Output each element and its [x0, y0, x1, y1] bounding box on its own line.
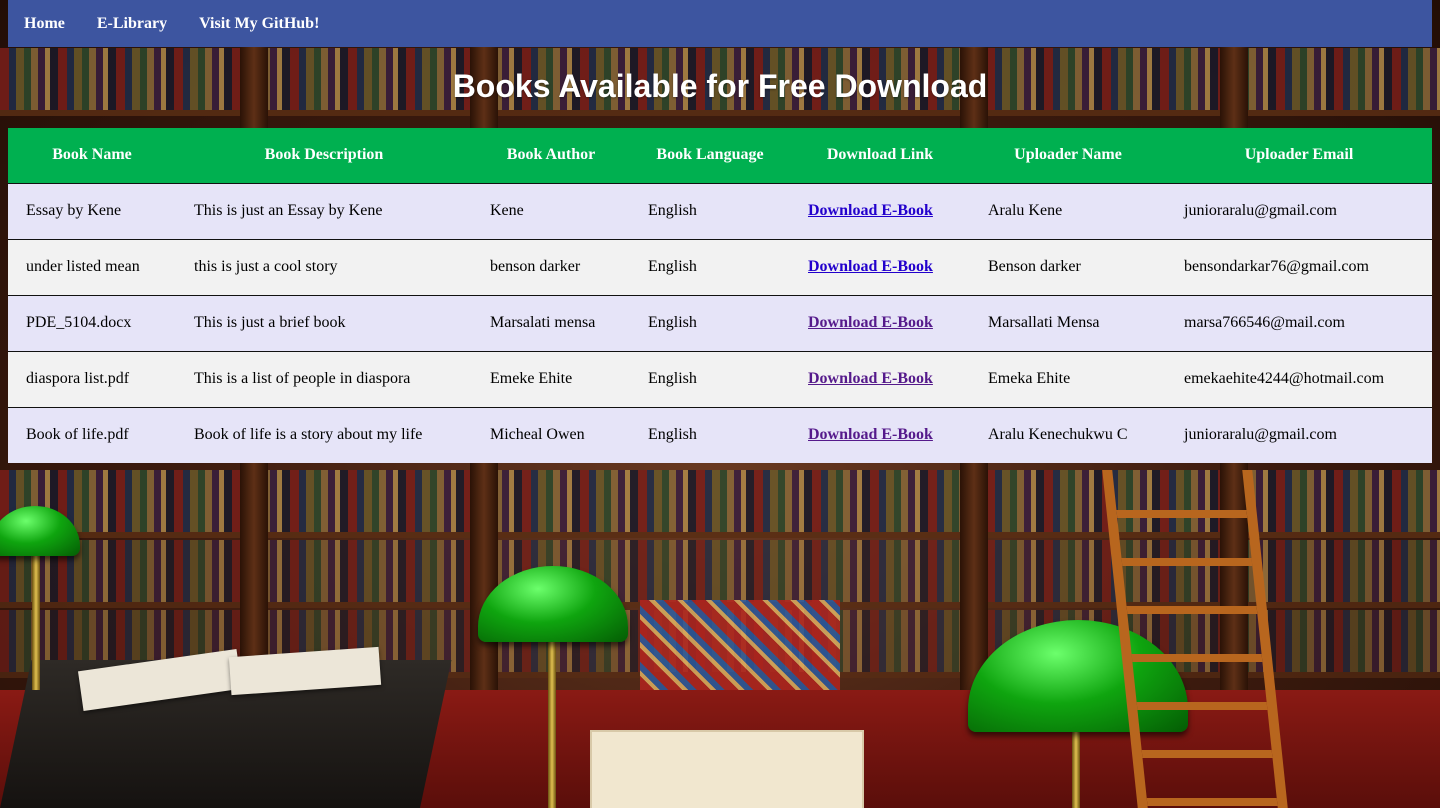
cell-book-description: This is just an Essay by Kene [194, 202, 383, 219]
cell-book-language: English [648, 370, 697, 387]
cell-book-name: PDE_5104.docx [26, 314, 132, 331]
table-header-row: Book Name Book Description Book Author B… [8, 128, 1432, 183]
cell-book-description: This is just a brief book [194, 314, 346, 331]
cell-book-description: this is just a cool story [194, 258, 338, 275]
cell-book-language: English [648, 426, 697, 444]
table-row: Essay by Kene This is just an Essay by K… [8, 183, 1432, 239]
cell-book-language: English [648, 202, 697, 219]
header-uploader-email: Uploader Email [1244, 146, 1354, 164]
cell-book-author: benson darker [490, 258, 581, 275]
download-ebook-link[interactable]: Download E-Book [808, 258, 933, 275]
header-book-description: Book Description [264, 146, 384, 164]
download-ebook-link[interactable]: Download E-Book [808, 202, 933, 219]
lamp-pole-decoration [32, 540, 40, 690]
cell-book-author: Micheal Owen [490, 426, 585, 444]
cell-uploader-name: Aralu Kenechukwu C [988, 426, 1128, 444]
cell-uploader-name: Marsallati Mensa [988, 314, 1100, 331]
lamp-pole-decoration [1072, 720, 1080, 808]
box-decoration [590, 730, 864, 808]
cell-book-language: English [648, 314, 697, 331]
download-ebook-link[interactable]: Download E-Book [808, 370, 933, 387]
cell-download-link: Download E-Book [790, 351, 970, 407]
table-row: Book of life.pdf Book of life is a story… [8, 407, 1432, 463]
page-title: Books Available for Free Download [452, 68, 988, 104]
table-row: diaspora list.pdf This is a list of peop… [8, 351, 1432, 407]
cell-uploader-name: Emeka Ehite [988, 370, 1071, 387]
header-book-language: Book Language [656, 146, 764, 164]
cell-book-description: This is a list of people in diaspora [194, 370, 411, 387]
cell-book-name: diaspora list.pdf [26, 370, 130, 387]
cell-book-name: Book of life.pdf [26, 426, 129, 444]
lamp-pole-decoration [548, 630, 556, 808]
cell-download-link: Download E-Book [790, 295, 970, 351]
cell-uploader-email: junioraralu@gmail.com [1184, 426, 1337, 444]
carpet-decoration [640, 600, 840, 690]
cell-download-link: Download E-Book [790, 239, 970, 295]
table-row: under listed mean this is just a cool st… [8, 239, 1432, 295]
cell-book-author: Marsalati mensa [490, 314, 596, 331]
cell-uploader-name: Aralu Kene [988, 202, 1063, 219]
cell-uploader-name: Benson darker [988, 258, 1081, 275]
cell-download-link: Download E-Book [790, 183, 970, 239]
cell-book-name: under listed mean [26, 258, 140, 275]
nav-elibrary-link[interactable]: E-Library [81, 15, 183, 33]
header-download-link: Download Link [826, 146, 934, 164]
nav-home-link[interactable]: Home [8, 15, 81, 33]
header-book-author: Book Author [506, 146, 596, 164]
cell-download-link: Download E-Book [790, 407, 970, 463]
cell-book-language: English [648, 258, 697, 275]
cell-uploader-email: marsa766546@mail.com [1184, 314, 1345, 331]
cell-uploader-email: bensondarkar76@gmail.com [1184, 258, 1369, 275]
cell-uploader-email: junioraralu@gmail.com [1184, 202, 1337, 219]
cell-book-description: Book of life is a story about my life [194, 426, 423, 444]
cell-book-author: Emeke Ehite [490, 370, 573, 387]
cell-book-name: Essay by Kene [26, 202, 122, 219]
download-ebook-link[interactable]: Download E-Book [808, 426, 933, 443]
nav-github-link[interactable]: Visit My GitHub! [183, 15, 335, 33]
cell-uploader-email: emekaehite4244@hotmail.com [1184, 370, 1385, 387]
download-ebook-link[interactable]: Download E-Book [808, 314, 933, 331]
top-navbar: Home E-Library Visit My GitHub! [8, 0, 1432, 47]
table-row: PDE_5104.docx This is just a brief book … [8, 295, 1432, 351]
cell-book-author: Kene [490, 202, 524, 219]
header-book-name: Book Name [52, 146, 132, 164]
header-uploader-name: Uploader Name [1014, 146, 1122, 164]
books-table: Book Name Book Description Book Author B… [8, 128, 1432, 463]
